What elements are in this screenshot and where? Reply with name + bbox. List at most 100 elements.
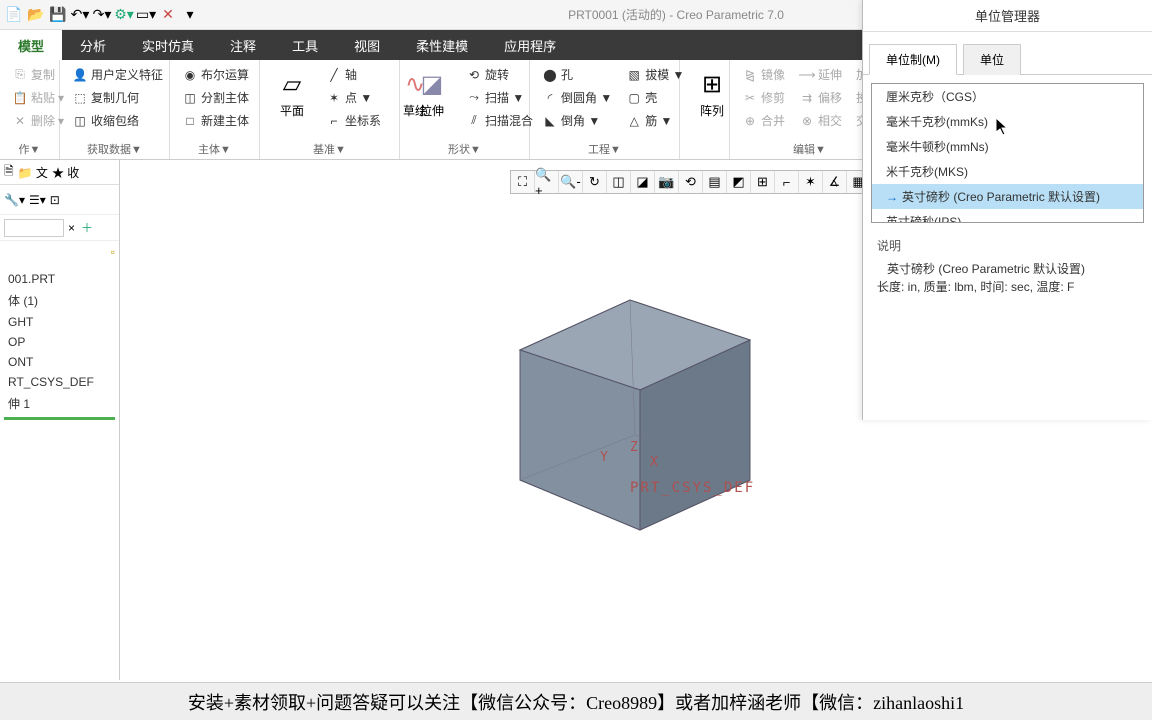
tree-item-csys[interactable]: RT_CSYS_DEF	[0, 372, 119, 392]
arrow-icon: →	[886, 190, 898, 204]
pattern-button[interactable]: ⊞阵列	[688, 64, 736, 123]
tab-view[interactable]: 视图	[336, 30, 398, 60]
unit-mmns[interactable]: 毫米牛顿秒(mmNs)	[872, 134, 1143, 159]
datum5-icon[interactable]: ∡	[823, 171, 847, 193]
new-icon[interactable]: 📄	[4, 5, 24, 25]
repaint-icon[interactable]: ↻	[583, 171, 607, 193]
tab-flex[interactable]: 柔性建模	[398, 30, 486, 60]
revolve-icon: ⟲	[466, 67, 482, 83]
draft-button[interactable]: ▧拔模 ▼	[622, 64, 688, 85]
merge-button[interactable]: ⊕合并	[738, 110, 789, 131]
tab-analysis[interactable]: 分析	[62, 30, 124, 60]
tree-search-input[interactable]	[4, 219, 64, 237]
tree-item-right[interactable]: GHT	[0, 312, 119, 332]
csys-name: PRT_CSYS_DEF	[630, 480, 755, 496]
qat-more-icon[interactable]: ▾	[180, 5, 200, 25]
undo-icon[interactable]: ↶▾	[70, 5, 90, 25]
filter-icon[interactable]: ☰▾	[29, 193, 46, 207]
sweep-button[interactable]: ⤳扫描 ▼	[462, 87, 537, 108]
copygeom-button[interactable]: ⬚复制几何	[68, 87, 167, 108]
datum4-icon[interactable]: ✶	[799, 171, 823, 193]
tree-item-top[interactable]: OP	[0, 332, 119, 352]
style1-icon[interactable]: ◫	[607, 171, 631, 193]
extrude-button[interactable]: ◪拉伸	[408, 64, 456, 123]
tree-item-front[interactable]: ONT	[0, 352, 119, 372]
tree-item-part[interactable]: 001.PRT	[0, 269, 119, 289]
open-icon[interactable]: 📂	[26, 5, 46, 25]
newbody-button[interactable]: □新建主体	[178, 110, 253, 131]
trim-button[interactable]: ✂修剪	[738, 87, 789, 108]
unit-system-list[interactable]: 厘米克秒（CGS） 毫米千克秒(mmKs) 毫米牛顿秒(mmNs) 米千克秒(M…	[871, 83, 1144, 223]
save-icon[interactable]: 💾	[48, 5, 68, 25]
intersect-button[interactable]: ⊗相交	[795, 110, 846, 131]
refit-icon[interactable]: ⛶	[511, 171, 535, 193]
unit-cgs[interactable]: 厘米克秒（CGS）	[872, 84, 1143, 109]
udf-icon: 👤	[72, 67, 88, 83]
point-button[interactable]: ✶点 ▼	[322, 87, 385, 108]
revolve-button[interactable]: ⟲旋转	[462, 64, 537, 85]
datum3-icon[interactable]: ⌐	[775, 171, 799, 193]
unit-ips[interactable]: 英寸磅秒(IPS)	[872, 209, 1143, 223]
tab-annotate[interactable]: 注释	[212, 30, 274, 60]
csys-icon: ⌐	[326, 113, 342, 129]
tab-model[interactable]: 模型	[0, 30, 62, 60]
unit-mmks[interactable]: 毫米千克秒(mmKs)	[872, 109, 1143, 134]
tab-simulate[interactable]: 实时仿真	[124, 30, 212, 60]
hole-button[interactable]: ⬤孔	[538, 64, 616, 85]
add-icon[interactable]: ＋	[81, 219, 93, 236]
watermark-banner: 安装+素材领取+问题答疑可以关注【微信公众号：Creo8989】或者加梓涵老师【…	[0, 682, 1152, 720]
offset-icon: ⇉	[799, 90, 815, 106]
bool-button[interactable]: ◉布尔运算	[178, 64, 253, 85]
plane-button[interactable]: ▱平面	[268, 64, 316, 123]
shrink-button[interactable]: ◫收缩包络	[68, 110, 167, 131]
quick-access-toolbar: 📄 📂 💾 ↶▾ ↷▾ ⚙▾ ▭▾ ✕ ▾	[0, 5, 200, 25]
views-icon[interactable]: ⟲	[679, 171, 703, 193]
group-datum: 基准▼	[260, 141, 399, 157]
datum1-icon[interactable]: ◩	[727, 171, 751, 193]
tree-box-icon[interactable]: ▫	[111, 245, 115, 261]
tree-item-extrude[interactable]: 伸 1	[0, 392, 119, 415]
style2-icon[interactable]: ◪	[631, 171, 655, 193]
tab-unit-system[interactable]: 单位制(M)	[869, 44, 957, 75]
tab-tools[interactable]: 工具	[274, 30, 336, 60]
folder-tab[interactable]: 📁 文	[18, 164, 48, 181]
redo-icon[interactable]: ↷▾	[92, 5, 112, 25]
regen-icon[interactable]: ⚙▾	[114, 5, 134, 25]
blend-icon: ⫽	[466, 113, 482, 129]
offset-button[interactable]: ⇉偏移	[795, 87, 846, 108]
camera-icon[interactable]: 📷	[655, 171, 679, 193]
tree-tab-icon[interactable]: 🗎	[4, 162, 14, 183]
desc-name: 英寸磅秒 (Creo Parametric 默认设置)	[877, 260, 1138, 278]
shell-button[interactable]: ▢壳	[622, 87, 688, 108]
datum2-icon[interactable]: ⊞	[751, 171, 775, 193]
windows-icon[interactable]: ▭▾	[136, 5, 156, 25]
userdef-button[interactable]: 👤用户定义特征	[68, 64, 167, 85]
unit-mks[interactable]: 米千克秒(MKS)	[872, 159, 1143, 184]
copygeom-icon: ⬚	[72, 90, 88, 106]
settings-icon[interactable]: 🔧▾	[4, 193, 25, 207]
tree-insert-bar[interactable]	[4, 417, 115, 420]
tree-item-body[interactable]: 体 (1)	[0, 289, 119, 312]
blend-button[interactable]: ⫽扫描混合	[462, 110, 537, 131]
fav-tab[interactable]: ★ 收	[52, 164, 79, 181]
tab-unit[interactable]: 单位	[963, 44, 1021, 75]
chamfer-button[interactable]: ◣倒角 ▼	[538, 110, 616, 131]
round-button[interactable]: ◜倒圆角 ▼	[538, 87, 616, 108]
mirror-button[interactable]: ⧎镜像	[738, 64, 789, 85]
dialog-title: 单位管理器	[863, 0, 1152, 32]
zoomout-icon[interactable]: 🔍-	[559, 171, 583, 193]
zoomin-icon[interactable]: 🔍+	[535, 171, 559, 193]
rib-button[interactable]: △筋 ▼	[622, 110, 688, 131]
tab-apps[interactable]: 应用程序	[486, 30, 574, 60]
split-button[interactable]: ◫分割主体	[178, 87, 253, 108]
persp-icon[interactable]: ▤	[703, 171, 727, 193]
view-toolbar: ⛶ 🔍+ 🔍- ↻ ◫ ◪ 📷 ⟲ ▤ ◩ ⊞ ⌐ ✶ ∡ ▦	[510, 170, 872, 194]
show-icon[interactable]: ⊡	[50, 193, 60, 207]
extend-button[interactable]: ⟶延伸	[795, 64, 846, 85]
csys-button[interactable]: ⌐坐标系	[322, 110, 385, 131]
group-getdata: 获取数据▼	[60, 141, 169, 157]
axis-button[interactable]: ╱轴	[322, 64, 385, 85]
close-search-icon[interactable]: ×	[68, 221, 75, 235]
close-icon[interactable]: ✕	[158, 5, 178, 25]
unit-ipls-default[interactable]: →英寸磅秒 (Creo Parametric 默认设置)	[872, 184, 1143, 209]
